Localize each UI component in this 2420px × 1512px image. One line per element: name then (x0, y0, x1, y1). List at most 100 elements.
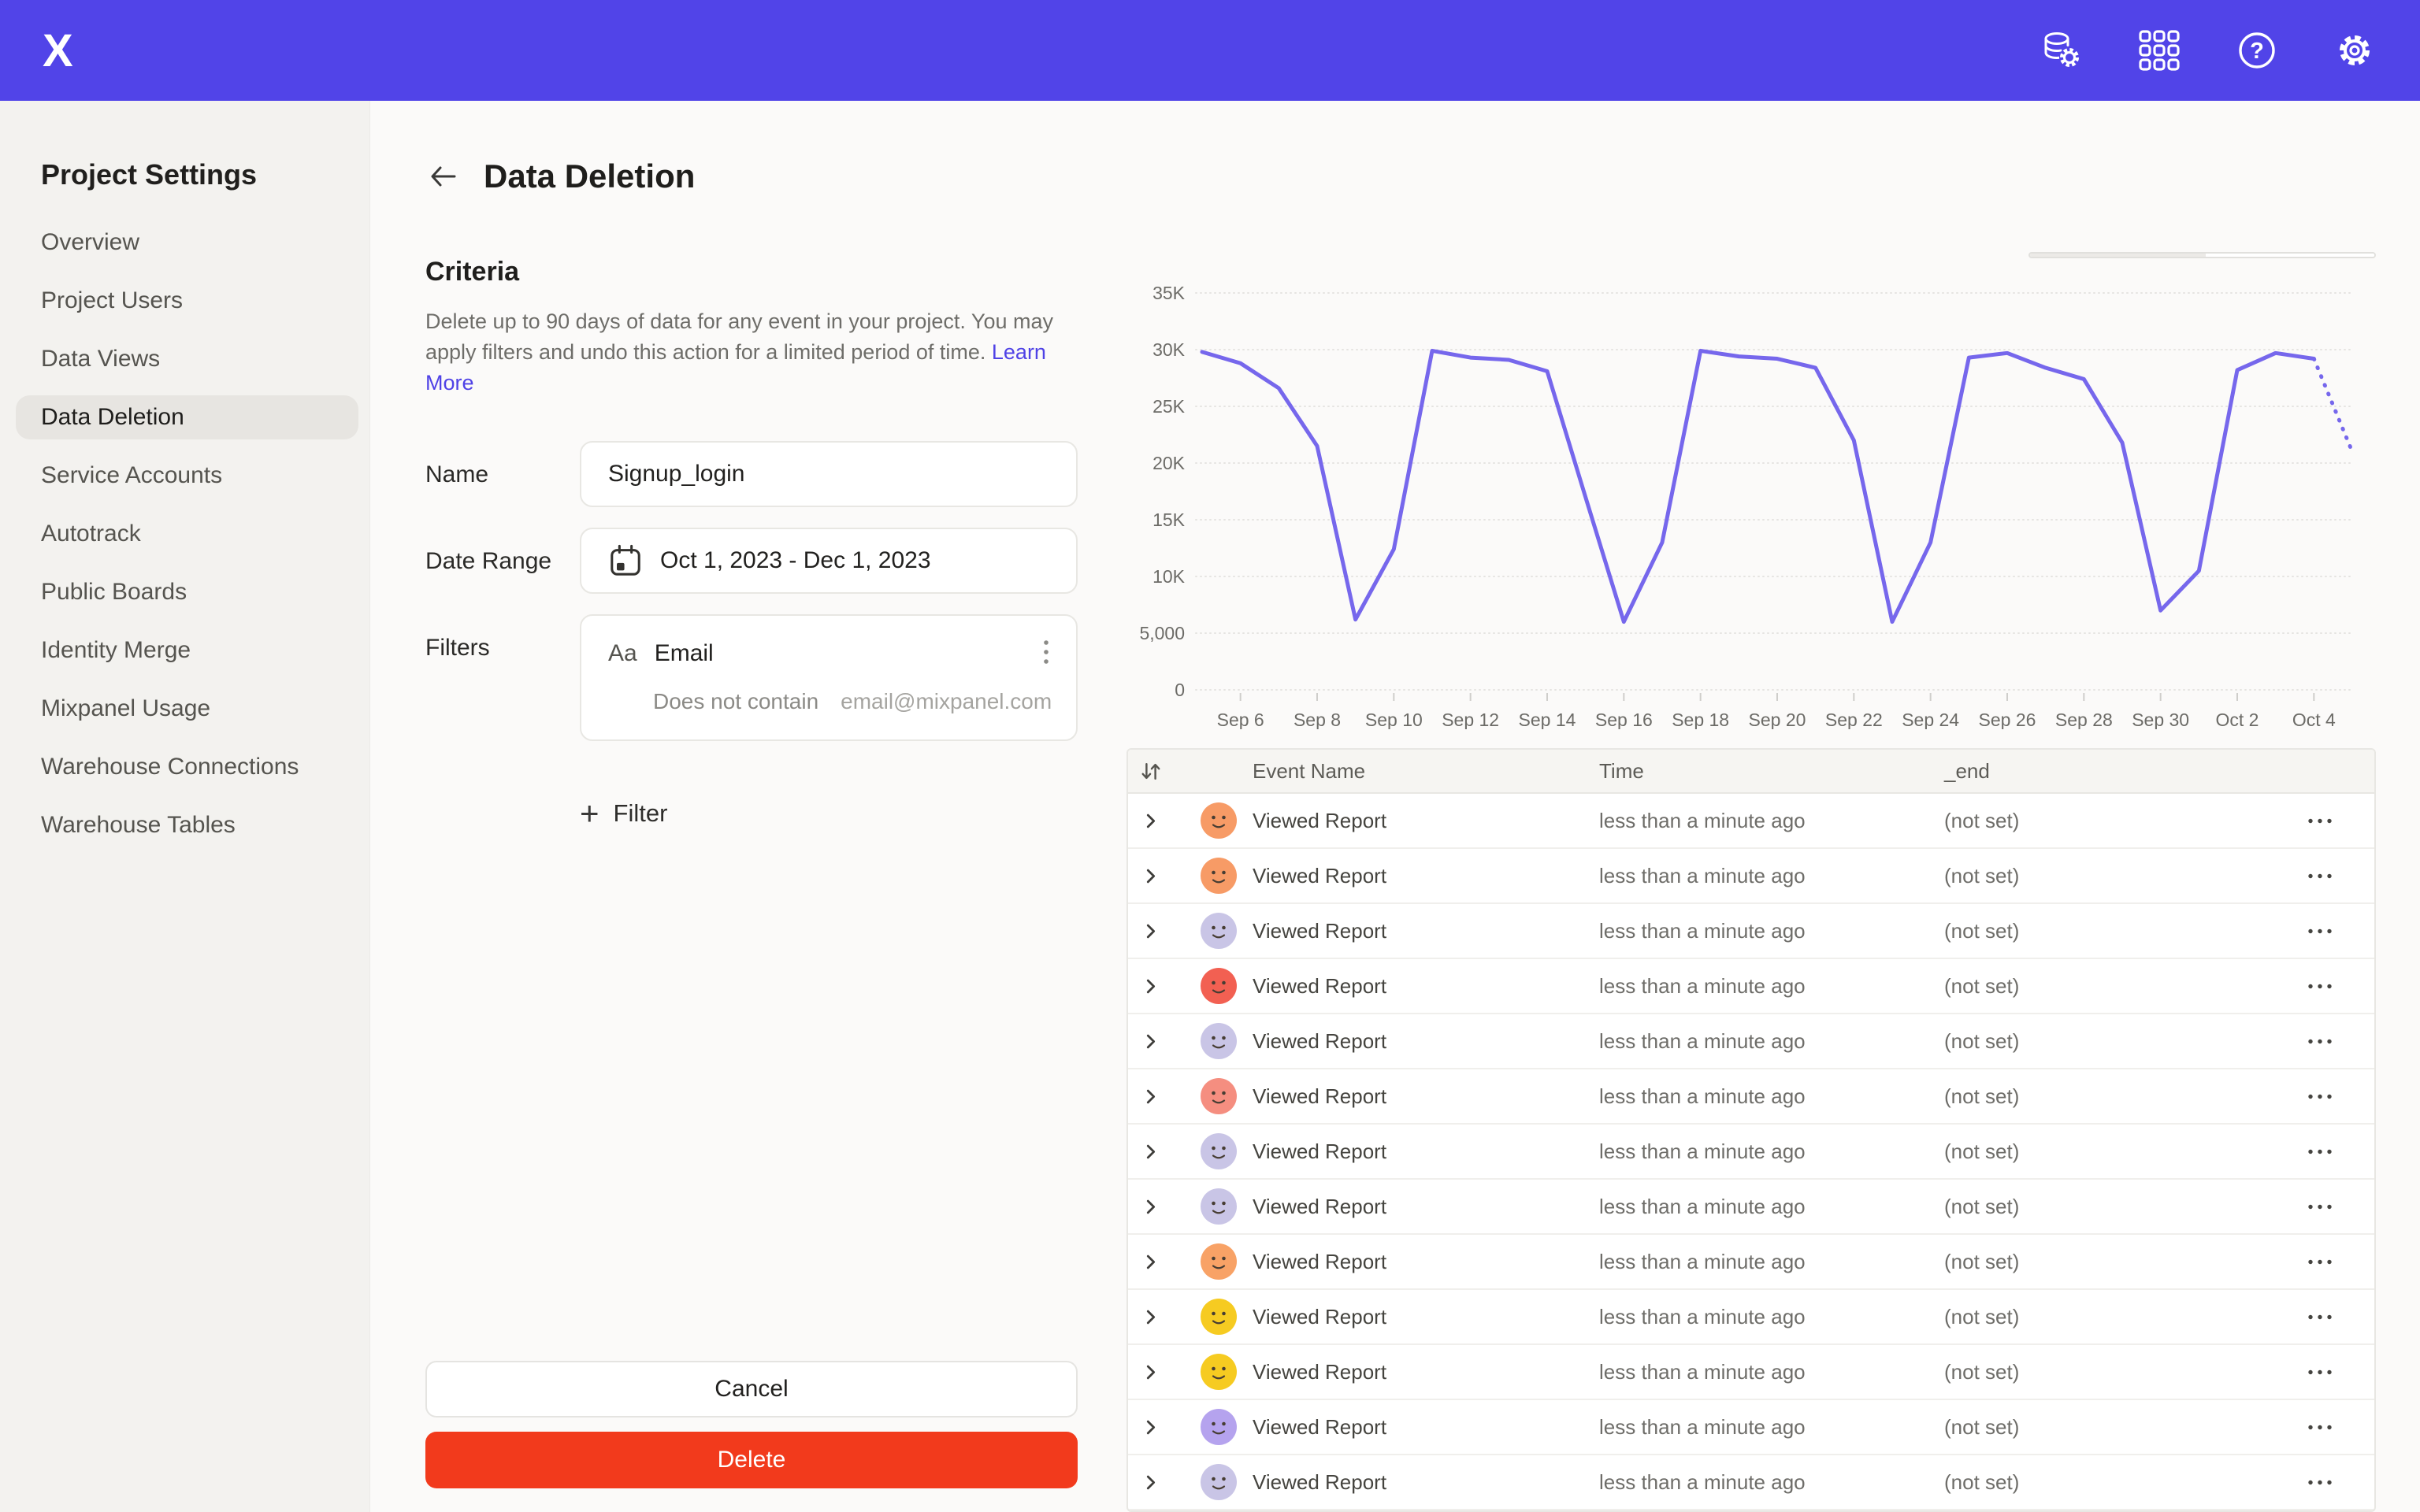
filter-value[interactable]: email@mixpanel.com (841, 689, 1052, 714)
sort-icon[interactable] (1140, 762, 1162, 781)
sidebar-nav: Overview Project Users Data Views Data D… (0, 220, 369, 847)
preview-panel: Line Chart Bar Chart 05,00010K15K20K25K3… (1078, 101, 2420, 1512)
svg-text:Sep 20: Sep 20 (1749, 710, 1806, 729)
sidebar-item-autotrack[interactable]: Autotrack (16, 512, 358, 556)
table-row[interactable]: Viewed Report less than a minute ago (no… (1128, 849, 2374, 904)
bar-chart-tab[interactable]: Bar Chart (2206, 254, 2374, 258)
row-menu-icon[interactable] (2307, 1480, 2333, 1485)
row-menu-icon[interactable] (2307, 1094, 2333, 1099)
row-menu-icon[interactable] (2307, 1425, 2333, 1430)
help-icon[interactable]: ? (2234, 28, 2280, 73)
sidebar-item-service-accounts[interactable]: Service Accounts (16, 454, 358, 498)
database-gear-icon (2040, 28, 2084, 72)
date-range-label: Date Range (425, 528, 580, 594)
row-menu-icon[interactable] (2307, 1259, 2333, 1265)
filter-operator[interactable]: Does not contain (653, 689, 818, 714)
chevron-right-icon[interactable] (1146, 1310, 1156, 1325)
filters-field-row: Filters Aa Email Does not (425, 614, 1078, 741)
end-cell: (not set) (1928, 1029, 2266, 1054)
sidebar-item-data-deletion[interactable]: Data Deletion (16, 395, 358, 439)
name-field-row: Name (425, 441, 1078, 507)
table-row[interactable]: Viewed Report less than a minute ago (no… (1128, 1069, 2374, 1125)
table-row[interactable]: Viewed Report less than a minute ago (no… (1128, 1455, 2374, 1510)
chevron-right-icon[interactable] (1146, 1144, 1156, 1159)
mixpanel-logo[interactable]: X (43, 24, 72, 77)
topbar-icons: ? (2039, 28, 2377, 73)
svg-text:Sep 30: Sep 30 (2132, 710, 2189, 729)
delete-button[interactable]: Delete (425, 1432, 1078, 1488)
event-name-cell: Viewed Report (1237, 1195, 1583, 1219)
chevron-right-icon[interactable] (1146, 1254, 1156, 1269)
chevron-right-icon[interactable] (1146, 1420, 1156, 1435)
row-menu-icon[interactable] (2307, 1149, 2333, 1154)
event-name-cell: Viewed Report (1237, 1250, 1583, 1274)
sidebar-item-data-views[interactable]: Data Views (16, 337, 358, 381)
table-row[interactable]: Viewed Report less than a minute ago (no… (1128, 1125, 2374, 1180)
row-menu-icon[interactable] (2307, 873, 2333, 879)
sidebar-item-mixpanel-usage[interactable]: Mixpanel Usage (16, 687, 358, 731)
event-name-cell: Viewed Report (1237, 864, 1583, 888)
filter-menu-button[interactable] (1037, 636, 1056, 670)
end-cell: (not set) (1928, 1470, 2266, 1495)
table-row[interactable]: Viewed Report less than a minute ago (no… (1128, 1345, 2374, 1400)
svg-text:Oct 4: Oct 4 (2292, 710, 2336, 729)
table-row[interactable]: Viewed Report less than a minute ago (no… (1128, 904, 2374, 959)
name-input[interactable] (580, 441, 1078, 507)
sidebar-item-overview[interactable]: Overview (16, 220, 358, 265)
svg-text:25K: 25K (1152, 396, 1186, 417)
table-row[interactable]: Viewed Report less than a minute ago (no… (1128, 1014, 2374, 1069)
svg-text:Sep 10: Sep 10 (1365, 710, 1423, 729)
row-menu-icon[interactable] (2307, 984, 2333, 989)
line-chart-tab[interactable]: Line Chart (2030, 254, 2206, 258)
chevron-right-icon[interactable] (1146, 1365, 1156, 1380)
event-name-cell: Viewed Report (1237, 1084, 1583, 1109)
grid-icon (2137, 28, 2181, 72)
apps-grid-icon[interactable] (2136, 28, 2182, 73)
chevron-right-icon[interactable] (1146, 924, 1156, 939)
chevron-right-icon[interactable] (1146, 979, 1156, 994)
row-menu-icon[interactable] (2307, 818, 2333, 824)
table-row[interactable]: Viewed Report less than a minute ago (no… (1128, 1235, 2374, 1290)
column-header-end[interactable]: _end (1928, 759, 2266, 784)
chevron-right-icon[interactable] (1146, 813, 1156, 828)
sidebar-item-warehouse-tables[interactable]: Warehouse Tables (16, 803, 358, 847)
row-menu-icon[interactable] (2307, 1314, 2333, 1320)
chevron-right-icon[interactable] (1146, 1089, 1156, 1104)
column-header-time[interactable]: Time (1583, 759, 1928, 784)
table-row[interactable]: Viewed Report less than a minute ago (no… (1128, 1290, 2374, 1345)
chevron-right-icon[interactable] (1146, 869, 1156, 884)
row-menu-icon[interactable] (2307, 1039, 2333, 1044)
add-filter-button[interactable]: + Filter (580, 799, 1078, 828)
row-menu-icon[interactable] (2307, 928, 2333, 934)
end-cell: (not set) (1928, 864, 2266, 888)
settings-gear-icon[interactable] (2332, 28, 2377, 73)
filter-property[interactable]: Email (655, 640, 714, 667)
sidebar-item-warehouse-connections[interactable]: Warehouse Connections (16, 745, 358, 789)
row-menu-icon[interactable] (2307, 1204, 2333, 1210)
table-row[interactable]: Viewed Report less than a minute ago (no… (1128, 1180, 2374, 1235)
svg-text:Sep 22: Sep 22 (1825, 710, 1883, 729)
table-row[interactable]: Viewed Report less than a minute ago (no… (1128, 1400, 2374, 1455)
table-row[interactable]: Viewed Report less than a minute ago (no… (1128, 959, 2374, 1014)
name-label: Name (425, 441, 580, 507)
avatar (1201, 1188, 1237, 1225)
avatar (1201, 913, 1237, 949)
sidebar-item-public-boards[interactable]: Public Boards (16, 570, 358, 614)
table-header: Event Name Time _end (1128, 750, 2374, 794)
time-cell: less than a minute ago (1583, 1305, 1928, 1329)
cancel-button[interactable]: Cancel (425, 1361, 1078, 1418)
sidebar-item-identity-merge[interactable]: Identity Merge (16, 628, 358, 673)
column-header-event-name[interactable]: Event Name (1237, 759, 1583, 784)
chevron-right-icon[interactable] (1146, 1034, 1156, 1049)
date-range-input[interactable]: Oct 1, 2023 - Dec 1, 2023 (580, 528, 1078, 594)
chevron-right-icon[interactable] (1146, 1475, 1156, 1490)
sidebar-item-project-users[interactable]: Project Users (16, 279, 358, 323)
chevron-right-icon[interactable] (1146, 1199, 1156, 1214)
row-menu-icon[interactable] (2307, 1369, 2333, 1375)
avatar (1201, 858, 1237, 894)
data-management-icon[interactable] (2039, 28, 2084, 73)
svg-text:Sep 28: Sep 28 (2055, 710, 2113, 729)
avatar (1201, 1354, 1237, 1390)
table-row[interactable]: Viewed Report less than a minute ago (no… (1128, 794, 2374, 849)
back-button[interactable] (425, 161, 460, 191)
